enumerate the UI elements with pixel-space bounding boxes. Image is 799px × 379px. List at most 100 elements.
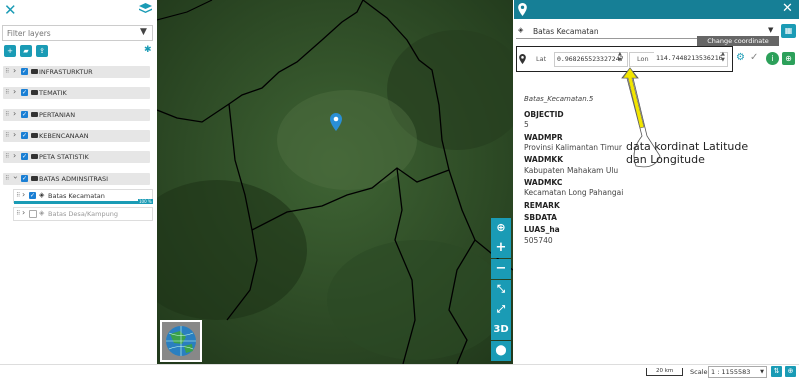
- zoom-in-button[interactable]: +: [491, 238, 511, 258]
- basemap-switcher[interactable]: [160, 320, 202, 362]
- selected-layer: Batas Kecamatan: [533, 27, 599, 36]
- scale-value: 1 : 1155583: [711, 368, 751, 376]
- feature-id: Batas_Kecamatan.5: [524, 95, 594, 103]
- drag-handle-icon[interactable]: ⠿: [5, 111, 10, 118]
- attr-key: SBDATA: [524, 213, 557, 222]
- folder-icon: [31, 69, 38, 74]
- scale-label: Scale:: [690, 368, 710, 376]
- map-view[interactable]: [157, 0, 513, 364]
- attr-key: LUAS_ha: [524, 225, 560, 234]
- chevron-right-icon[interactable]: ›: [13, 87, 16, 96]
- layer-group-pertanian[interactable]: ⠿ › ✓ PERTANIAN: [3, 109, 150, 121]
- group-checkbox[interactable]: ✓: [21, 68, 28, 75]
- lon-stepper[interactable]: ▲ ▼: [721, 51, 725, 63]
- map-marker-icon: [518, 3, 527, 16]
- lon-label: Lon: [637, 55, 649, 63]
- zoom-to-feature-button[interactable]: ⊕: [782, 52, 795, 65]
- attr-value: 505740: [524, 236, 553, 245]
- filter-layers-input[interactable]: [3, 26, 141, 40]
- group-checkbox[interactable]: ✓: [21, 111, 28, 118]
- layer-group-batas-administrasi[interactable]: ⠿ › ✓ BATAS ADMINSITRASI: [3, 173, 150, 185]
- download-button[interactable]: ⇅: [771, 366, 782, 377]
- group-label: PERTANIAN: [39, 111, 76, 119]
- tooltip: Change coordinate format: [697, 36, 779, 55]
- group-checkbox[interactable]: ✓: [21, 132, 28, 139]
- pin-icon: [519, 54, 526, 64]
- group-checkbox[interactable]: ✓: [21, 153, 28, 160]
- opacity-slider[interactable]: [14, 201, 151, 204]
- attr-key: WADMPR: [524, 133, 563, 142]
- drag-handle-icon[interactable]: ⠿: [16, 210, 21, 217]
- layer-group-peta-statistik[interactable]: ⠿ › ✓ PETA STATISTIK: [3, 151, 150, 163]
- add-folder-button[interactable]: ▰: [20, 45, 32, 57]
- close-icon[interactable]: ✕: [782, 1, 793, 16]
- zoom-out-button[interactable]: −: [491, 259, 511, 279]
- sublayer-label: Batas Desa/Kampung: [48, 210, 118, 218]
- satellite-imagery: [157, 0, 513, 364]
- lat-stepper[interactable]: ▲ ▼: [618, 51, 622, 63]
- check-icon[interactable]: ✓: [750, 52, 758, 63]
- group-label: KEBENCANAAN: [39, 132, 89, 140]
- sublayer-checkbox[interactable]: [29, 210, 37, 218]
- group-checkbox[interactable]: ✓: [21, 89, 28, 96]
- settings-gear-icon[interactable]: ✱: [144, 45, 152, 55]
- chevron-right-icon[interactable]: ›: [13, 130, 16, 139]
- group-label: PETA STATISTIK: [39, 153, 89, 161]
- fullscreen-button[interactable]: ⤢: [491, 300, 511, 320]
- attr-key: WADMKK: [524, 155, 564, 164]
- chevron-right-icon[interactable]: ›: [13, 66, 16, 75]
- gear-icon[interactable]: ⚙: [736, 52, 745, 63]
- table-view-button[interactable]: ▦: [781, 24, 796, 38]
- locate-button[interactable]: ⊕: [491, 218, 511, 238]
- info-button[interactable]: i: [766, 52, 779, 65]
- layer-stack-icon: ◈: [518, 26, 524, 34]
- drag-handle-icon[interactable]: ⠿: [5, 153, 10, 160]
- status-bar: 20 km Scale: 1 : 1155583 ▼ ⇅ ⊕: [0, 364, 799, 379]
- lat-input[interactable]: 0.968265523327247: [554, 52, 628, 67]
- layer-group-kebencanaan[interactable]: ⠿ › ✓ KEBENCANAAN: [3, 130, 150, 142]
- layer-stack-icon: ◈: [39, 209, 45, 217]
- scale-select[interactable]: 1 : 1155583 ▼: [708, 366, 767, 378]
- location-marker-icon[interactable]: [330, 113, 342, 131]
- sublayer-label: Batas Kecamatan: [48, 192, 105, 200]
- chevron-right-icon[interactable]: ›: [13, 109, 16, 118]
- chevron-right-icon[interactable]: ›: [22, 208, 25, 217]
- folder-icon: [31, 154, 38, 159]
- drag-handle-icon[interactable]: ⠿: [5, 132, 10, 139]
- attr-key: WADMKC: [524, 178, 563, 187]
- lon-input[interactable]: 114.7448213536216: [654, 52, 723, 65]
- close-icon[interactable]: ✕: [4, 1, 17, 19]
- layer-panel: ✕ ▼ + ▰ ⇪ ✱ ⠿ › ✓ INFRASTURKTUR ⠿ › ✓ TE…: [0, 0, 158, 364]
- globe-button[interactable]: ⊕: [785, 366, 796, 377]
- toggle-3d-button[interactable]: 3D: [491, 320, 511, 340]
- group-checkbox[interactable]: ✓: [21, 175, 28, 182]
- lat-label: Lat: [536, 55, 547, 63]
- sublayer-checkbox[interactable]: ✓: [29, 192, 36, 199]
- upload-button[interactable]: ⇪: [36, 45, 48, 57]
- drag-handle-icon[interactable]: ⠿: [5, 89, 10, 96]
- add-layer-button[interactable]: +: [4, 45, 16, 57]
- attr-value: 5: [524, 120, 529, 129]
- annotation-line: dan Longitude: [626, 153, 705, 166]
- folder-icon: [31, 90, 38, 95]
- sublayer-batas-desa[interactable]: ⠿ › ◈ Batas Desa/Kampung: [13, 207, 153, 221]
- chevron-down-icon: ▼: [768, 26, 774, 34]
- filter-layers-field[interactable]: [2, 25, 153, 41]
- filter-icon[interactable]: ▼: [140, 27, 147, 37]
- annotation-text: data kordinat Latitude dan Longitude: [626, 140, 776, 166]
- drag-handle-icon[interactable]: ⠿: [16, 192, 21, 199]
- drag-handle-icon[interactable]: ⠿: [5, 175, 10, 182]
- drag-handle-icon[interactable]: ⠿: [5, 68, 10, 75]
- group-label: INFRASTURKTUR: [39, 68, 93, 76]
- marker-button[interactable]: ⬤: [491, 341, 511, 361]
- folder-icon: [31, 112, 38, 117]
- full-extent-button[interactable]: ⤡: [491, 280, 511, 300]
- chevron-down-icon[interactable]: ›: [11, 176, 20, 179]
- layers-icon[interactable]: [139, 3, 152, 17]
- chevron-right-icon[interactable]: ›: [13, 151, 16, 160]
- layer-group-tematik[interactable]: ⠿ › ✓ TEMATIK: [3, 87, 150, 99]
- folder-open-icon: [31, 176, 38, 181]
- folder-icon: [31, 133, 38, 138]
- layer-group-infrastruktur[interactable]: ⠿ › ✓ INFRASTURKTUR: [3, 66, 150, 78]
- chevron-right-icon[interactable]: ›: [22, 190, 25, 199]
